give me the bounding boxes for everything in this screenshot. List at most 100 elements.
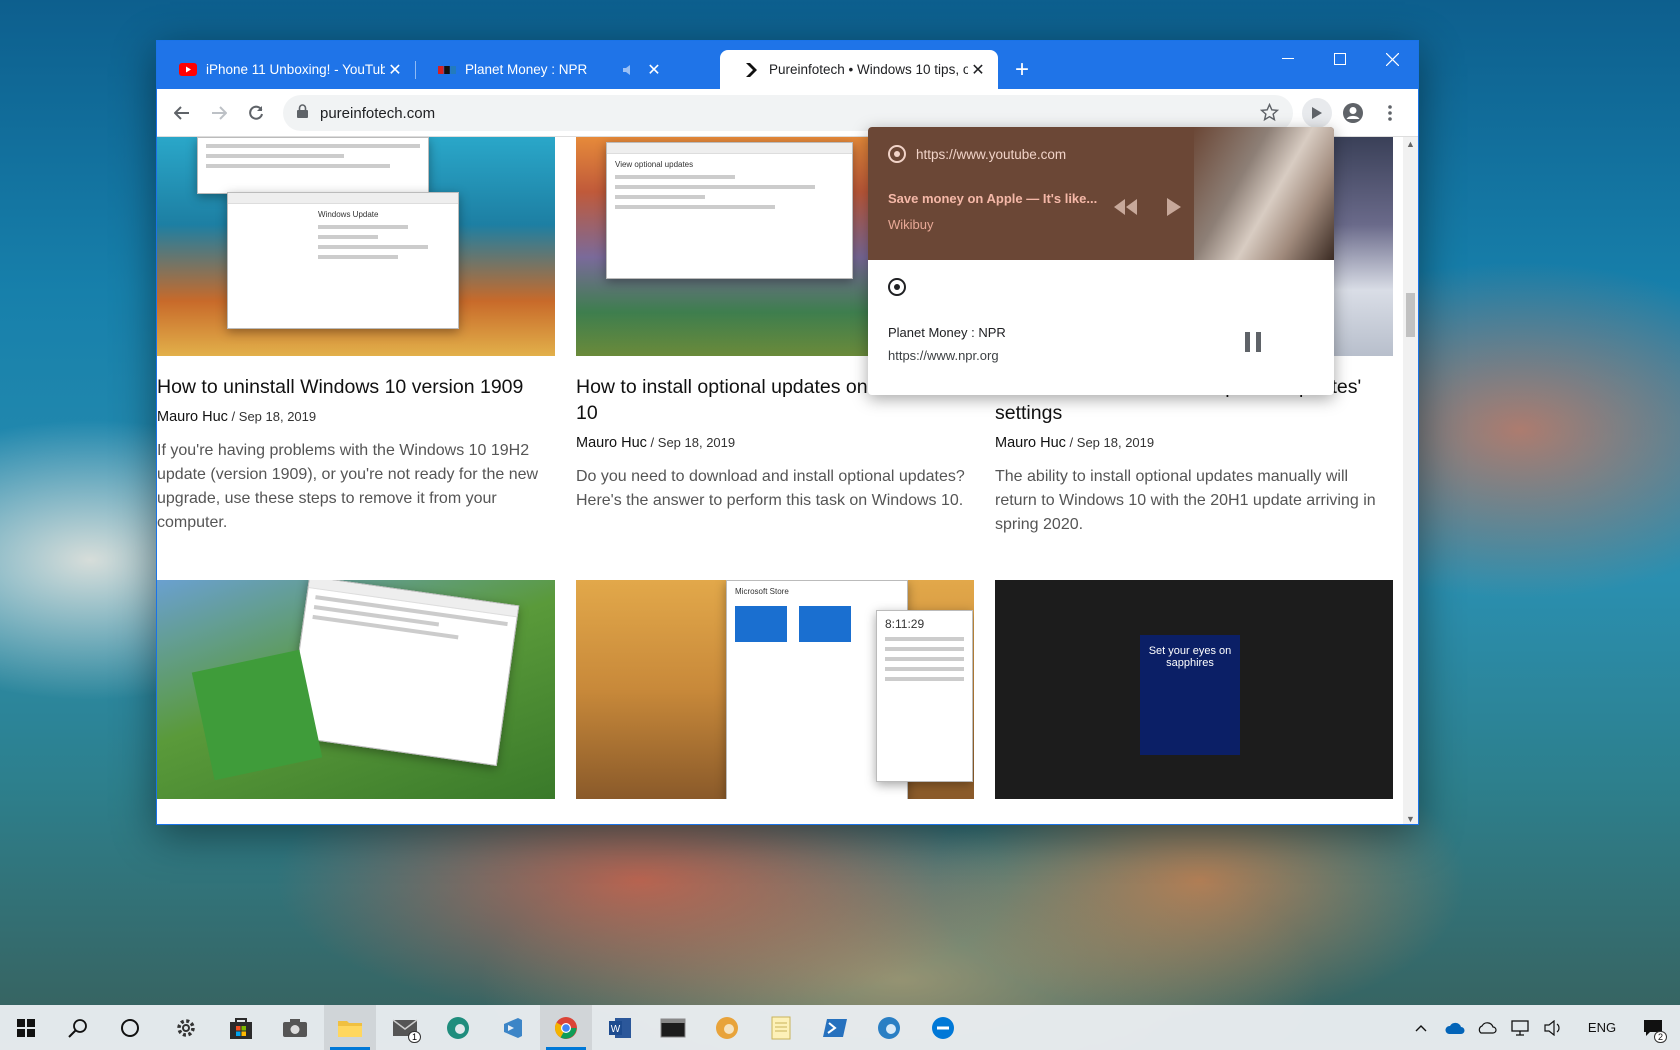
article-date: / Sep 18, 2019 — [650, 435, 736, 450]
onedrive-personal-icon[interactable] — [1472, 1005, 1502, 1050]
scroll-up-arrow[interactable]: ▲ — [1403, 139, 1418, 149]
youtube-icon — [179, 61, 197, 79]
play-button[interactable] — [1160, 193, 1188, 221]
article-meta: Mauro Huc / Sep 18, 2019 — [995, 435, 1393, 451]
article-title[interactable]: How to uninstall Windows 10 version 1909 — [157, 374, 555, 400]
thumb-caption: Set your eyes on sapphires — [1148, 645, 1232, 669]
address-bar[interactable]: pureinfotech.com — [283, 95, 1293, 131]
article-author[interactable]: Mauro Huc — [995, 435, 1066, 451]
global-media-controls-popup: https://www.youtube.com Save money on Ap… — [868, 127, 1334, 395]
start-menu-preview — [191, 649, 323, 781]
media-source: https://www.youtube.com — [888, 145, 1066, 163]
rewind-button[interactable] — [1112, 193, 1140, 221]
close-icon[interactable]: ✕ — [968, 60, 988, 80]
tab-strip: iPhone 11 Unboxing! - YouTube ✕ Planet M… — [157, 41, 1418, 89]
url-text: pureinfotech.com — [320, 104, 436, 122]
close-icon[interactable]: ✕ — [385, 60, 405, 80]
screenshot-preview: View optional updates — [606, 142, 853, 279]
article-excerpt: Do you need to download and install opti… — [576, 468, 965, 509]
calendar-flyout-preview: 8:11:29 — [876, 610, 973, 782]
article-thumbnail[interactable] — [157, 580, 555, 799]
tab-youtube[interactable]: iPhone 11 Unboxing! - YouTube ✕ — [157, 50, 415, 89]
screenshot-preview: Windows Update — [227, 192, 459, 329]
back-button[interactable] — [167, 98, 197, 128]
edge-legacy-icon[interactable] — [917, 1005, 969, 1050]
action-center-icon[interactable]: 2 — [1630, 1005, 1676, 1050]
lock-icon[interactable] — [297, 103, 308, 123]
camera-icon[interactable] — [269, 1005, 321, 1050]
article-author[interactable]: Mauro Huc — [576, 435, 647, 451]
settings-gear-icon[interactable] — [160, 1005, 212, 1050]
reload-button[interactable] — [241, 98, 271, 128]
profile-avatar-icon[interactable] — [1338, 98, 1368, 128]
menu-kebab-icon[interactable] — [1375, 98, 1405, 128]
windows-taskbar: 1 W ENG 2 — [0, 1005, 1680, 1050]
close-window-button[interactable] — [1366, 41, 1418, 77]
article-card[interactable]: Microsoft Store 8:11:29 — [576, 580, 974, 799]
scrollbar-thumb[interactable] — [1406, 293, 1415, 337]
mail-icon[interactable]: 1 — [379, 1005, 431, 1050]
maximize-button[interactable] — [1314, 41, 1366, 77]
tab-title: iPhone 11 Unboxing! - YouTube — [206, 62, 385, 77]
thumb-caption: Microsoft Store — [735, 587, 789, 596]
thumb-clock: 8:11:29 — [885, 617, 925, 631]
edge-canary-icon[interactable] — [701, 1005, 753, 1050]
chrome-icon[interactable] — [540, 1005, 592, 1050]
pause-button[interactable] — [1240, 329, 1266, 355]
tab-pureinfotech[interactable]: Pureinfotech • Windows 10 tips, one ✕ — [720, 50, 998, 89]
onedrive-icon[interactable] — [1440, 1005, 1470, 1050]
article-card[interactable]: Windows Update How to uninstall Windows … — [157, 137, 555, 535]
speaker-muted-icon[interactable] — [622, 64, 636, 76]
chrome-icon — [888, 278, 906, 301]
start-button[interactable] — [0, 1005, 52, 1050]
chrome-icon — [888, 145, 906, 163]
close-icon[interactable]: ✕ — [644, 60, 664, 80]
media-session-youtube[interactable]: https://www.youtube.com Save money on Ap… — [868, 127, 1334, 260]
article-excerpt: If you're having problems with the Windo… — [157, 442, 539, 531]
tab-title: Pureinfotech • Windows 10 tips, one — [769, 62, 968, 77]
page-scrollbar[interactable]: ▲ ▼ — [1403, 137, 1418, 824]
media-title: Save money on Apple — It's like... — [888, 191, 1098, 206]
forward-button[interactable] — [204, 98, 234, 128]
word-icon[interactable]: W — [594, 1005, 646, 1050]
media-url: https://www.youtube.com — [916, 146, 1067, 162]
pureinfotech-icon — [742, 61, 760, 79]
article-meta: Mauro Huc / Sep 18, 2019 — [576, 435, 974, 451]
microsoft-store-icon[interactable] — [215, 1005, 267, 1050]
svg-text:W: W — [611, 1024, 621, 1035]
file-explorer-icon[interactable] — [324, 1005, 376, 1050]
npr-icon — [438, 61, 456, 79]
powershell-icon[interactable] — [809, 1005, 861, 1050]
article-author[interactable]: Mauro Huc — [157, 409, 228, 425]
tab-npr[interactable]: Planet Money : NPR ✕ — [416, 50, 674, 89]
article-date: / Sep 18, 2019 — [231, 409, 317, 424]
volume-icon[interactable] — [1538, 1005, 1568, 1050]
terminal-icon[interactable] — [647, 1005, 699, 1050]
notification-count-badge: 2 — [1653, 1031, 1667, 1043]
screenshot-preview — [286, 580, 520, 766]
cortana-icon[interactable] — [104, 1005, 156, 1050]
article-thumbnail[interactable]: Windows Update — [157, 137, 555, 356]
search-icon[interactable] — [52, 1005, 104, 1050]
visual-studio-icon[interactable] — [486, 1005, 538, 1050]
article-card[interactable] — [157, 580, 555, 799]
notepad-icon[interactable] — [755, 1005, 807, 1050]
media-url: https://www.npr.org — [888, 348, 999, 363]
article-excerpt: The ability to install optional updates … — [995, 468, 1376, 533]
show-hidden-icons-chevron[interactable] — [1404, 1005, 1438, 1050]
article-card[interactable]: Set your eyes on sapphires — [995, 580, 1393, 799]
article-thumbnail[interactable]: Microsoft Store 8:11:29 — [576, 580, 974, 799]
thumb-caption: View optional updates — [615, 160, 694, 169]
screenshot-preview — [197, 137, 429, 194]
article-thumbnail[interactable]: Set your eyes on sapphires — [995, 580, 1393, 799]
network-icon[interactable] — [1505, 1005, 1535, 1050]
minimize-button[interactable] — [1262, 41, 1314, 77]
edge-dev-icon[interactable] — [432, 1005, 484, 1050]
new-tab-button[interactable]: + — [1007, 55, 1037, 85]
bookmark-star-icon[interactable] — [1259, 102, 1280, 127]
media-controls-button[interactable] — [1302, 98, 1332, 128]
scroll-down-arrow[interactable]: ▼ — [1403, 814, 1418, 824]
media-artwork — [1194, 127, 1334, 260]
edge-beta-icon[interactable] — [863, 1005, 915, 1050]
language-indicator[interactable]: ENG — [1580, 1005, 1624, 1050]
